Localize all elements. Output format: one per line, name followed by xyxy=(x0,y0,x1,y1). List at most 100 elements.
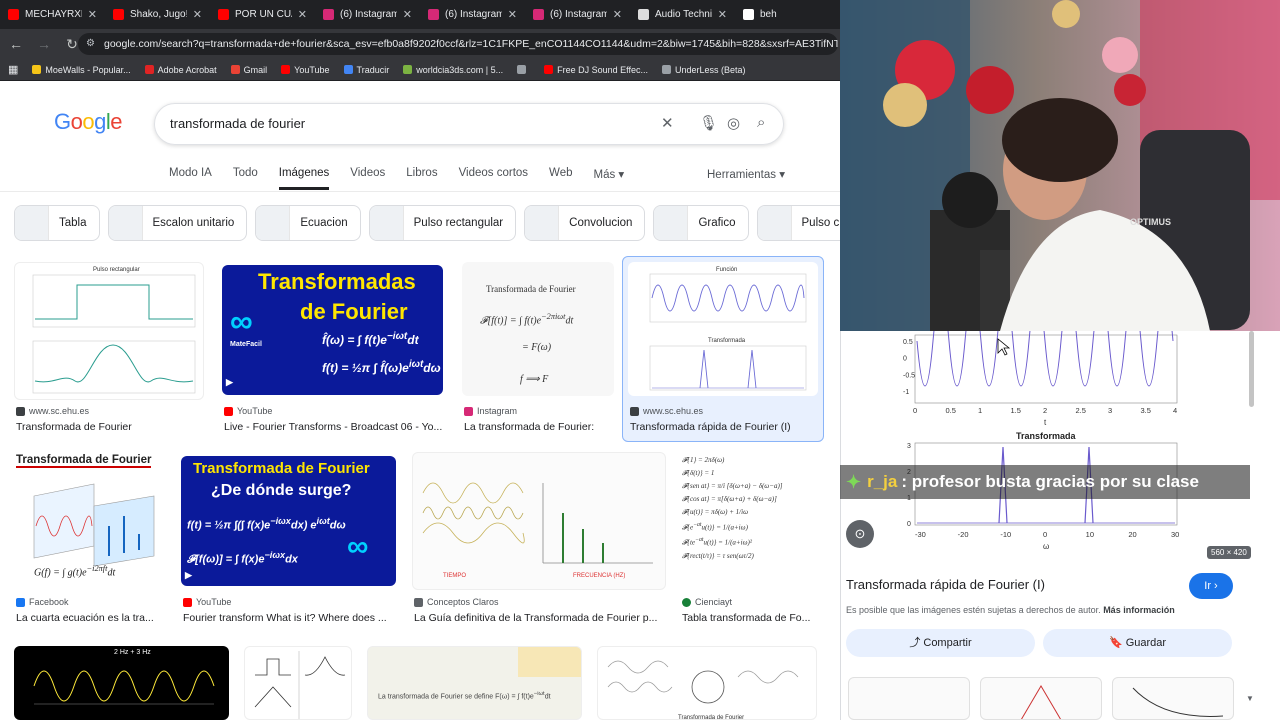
bookmark-favicon-icon xyxy=(517,65,527,74)
result-card[interactable]: TIEMPO FRECUENCIA (HZ) Conceptos Claros … xyxy=(412,452,668,627)
close-tab-icon[interactable]: ✕ xyxy=(193,8,202,21)
bookmark-item[interactable]: Adobe Acrobat xyxy=(144,65,217,75)
search-tab[interactable]: Imágenes xyxy=(278,167,330,190)
filter-chip[interactable]: Convolucion xyxy=(524,205,646,241)
close-tab-icon[interactable]: ✕ xyxy=(403,8,412,21)
result-card[interactable]: Transformada de Fourier xyxy=(597,646,819,720)
search-tab[interactable]: Libros xyxy=(406,167,437,190)
search-tab[interactable]: Más ▾ xyxy=(594,167,625,190)
tick-label: 1.5 xyxy=(1011,406,1021,415)
result-title[interactable]: Live - Fourier Transforms - Broadcast 06… xyxy=(224,421,446,433)
search-tab[interactable]: Web xyxy=(549,167,572,190)
search-tabs: Modo IA Todo Imágenes Videos Libros Videos co… xyxy=(169,167,624,190)
result-source: YouTube xyxy=(224,406,272,416)
result-thumbnail: Transformada de Fourier ¿De dónde surge?… xyxy=(181,456,396,586)
clear-icon[interactable]: ✕ xyxy=(661,114,674,132)
bookmark-item[interactable]: MoeWalls - Popular... xyxy=(32,65,131,75)
url-bar[interactable]: ⚙ google.com/search?q=transformada+de+fo… xyxy=(78,33,838,55)
close-tab-icon[interactable]: ✕ xyxy=(613,8,622,21)
filter-chip[interactable]: Ecuacion xyxy=(255,205,361,241)
visual-search-icon[interactable]: ⊙ xyxy=(846,520,874,548)
thumb-formula: f(t) = ½π ∫(∫ f(x)e−iωxdx) eiωtdω xyxy=(187,516,346,532)
apps-icon[interactable]: ▦ xyxy=(8,63,18,76)
bookmark-item[interactable]: worldcia3ds.com | 5... xyxy=(403,65,503,75)
result-card[interactable]: Transformada de Fourier G(f) = ∫ g(t)e−i… xyxy=(14,452,168,627)
related-image[interactable] xyxy=(848,677,970,720)
result-title[interactable]: Tabla transformada de Fo... xyxy=(682,612,818,624)
search-tab[interactable]: Todo xyxy=(233,167,258,190)
filter-chip[interactable]: Grafico xyxy=(653,205,749,241)
thumb-formula: 𝓕[f(ω)] = ∫ f(x)e−iωxdx xyxy=(187,550,298,566)
search-input[interactable]: transformada de fourier xyxy=(170,116,305,131)
chat-username: r_ja xyxy=(867,472,898,491)
share-button[interactable]: ⤴ Compartir xyxy=(846,629,1035,657)
related-image[interactable] xyxy=(980,677,1102,720)
bookmark-item[interactable]: Gmail xyxy=(230,65,267,75)
close-tab-icon[interactable]: ✕ xyxy=(88,8,97,21)
browser-tab[interactable]: MECHAYRXMEO ✕ xyxy=(0,0,105,29)
result-card[interactable]: Transformadas de Fourier ∞ MateFacil f̂(… xyxy=(222,265,444,435)
bookmark-item[interactable]: Traducir xyxy=(343,64,390,75)
browser-tab[interactable]: Audio Technica A ✕ xyxy=(630,0,735,29)
go-to-site-button[interactable]: Ir › xyxy=(1189,573,1233,599)
preview-image[interactable]: 0 0.5 1 1.5 2 2.5 3 3.5 4 0.5 0 -0.5 -1 t Transform… xyxy=(841,331,1280,561)
result-card-selected[interactable]: Función Transformada www.sc.ehu.es Trans… xyxy=(628,262,820,433)
result-title[interactable]: La Guía definitiva de la Transformada de… xyxy=(414,612,664,624)
close-tab-icon[interactable]: ✕ xyxy=(298,8,307,21)
bookmark-item[interactable] xyxy=(517,65,530,74)
thumb-formula: f(t) = ½π ∫ f̂(ω)eiωtdω xyxy=(322,359,441,375)
close-tab-icon[interactable]: ✕ xyxy=(508,8,517,21)
site-info-icon[interactable]: ⚙ xyxy=(86,33,95,55)
scroll-down-icon[interactable]: ▼ xyxy=(1246,694,1254,703)
fourier-3d-diagram xyxy=(33,483,155,567)
google-logo[interactable]: Google xyxy=(54,109,123,135)
fourier-waves-diagram: Transformada de Fourier xyxy=(607,660,799,719)
result-title[interactable]: La cuarta ecuación es la tra... xyxy=(16,612,164,624)
browser-tab[interactable]: (6) Instagram ✕ xyxy=(315,0,420,29)
save-button[interactable]: 🔖 Guardar xyxy=(1043,629,1232,657)
result-thumbnail: Función Transformada xyxy=(628,262,818,396)
filter-chip[interactable]: Tabla xyxy=(14,205,100,241)
filter-chip[interactable]: Escalon unitario xyxy=(107,205,248,241)
bookmark-label: Traducir xyxy=(356,64,390,75)
search-tab[interactable]: Videos xyxy=(350,167,385,190)
result-card[interactable]: 𝓕{1} = 2πδ(ω) 𝓕{δ(t)} = 1 𝓕{sen at} = π/i … xyxy=(680,452,820,627)
browser-tab[interactable]: (6) Instagram ✕ xyxy=(525,0,630,29)
result-title[interactable]: Transformada rápida de Fourier (I) xyxy=(630,421,820,433)
more-info-link[interactable]: Más información xyxy=(1103,605,1175,615)
filter-chip[interactable]: Pulso cuadrado xyxy=(756,205,840,241)
thumb-text: La transformada de Fourier se define F(ω… xyxy=(378,691,551,701)
forward-icon[interactable]: → xyxy=(36,36,52,52)
result-card[interactable]: Pulso rectangular www.sc.ehu.es Transfor… xyxy=(14,262,206,433)
tick-label: 30 xyxy=(1171,530,1179,539)
result-card[interactable]: La transformada de Fourier se define F(ω… xyxy=(367,646,583,720)
microphone-icon[interactable]: 🎙 xyxy=(699,114,718,132)
lens-icon[interactable]: ◎ xyxy=(727,114,740,132)
tools-menu[interactable]: Herramientas ▾ xyxy=(707,167,785,181)
result-card[interactable] xyxy=(244,646,354,720)
close-tab-icon[interactable]: ✕ xyxy=(718,8,727,21)
bookmark-item[interactable]: Free DJ Sound Effec... xyxy=(544,65,648,75)
tab-label: POR UN CUARTO xyxy=(235,9,292,20)
browser-tab[interactable]: Shako, Jugo! - Me ✕ xyxy=(105,0,210,29)
browser-tab[interactable]: POR UN CUARTO ✕ xyxy=(210,0,315,29)
result-card[interactable]: Transformada de Fourier ¿De dónde surge?… xyxy=(181,456,397,631)
search-icon[interactable]: ⌕ xyxy=(757,114,765,131)
result-card[interactable]: Transformada de Fourier 𝓕[f(t)] = ∫ f(t)… xyxy=(462,262,614,433)
search-box[interactable]: transformada de fourier ✕ 🎙 ◎ ⌕ xyxy=(154,103,784,145)
search-tab[interactable]: Videos cortos xyxy=(459,167,528,190)
back-icon[interactable]: ← xyxy=(8,36,24,52)
result-title[interactable]: Fourier transform What is it? Where does… xyxy=(183,612,393,624)
result-title[interactable]: Transformada de Fourier xyxy=(16,421,206,433)
result-card[interactable]: 2 Hz + 3 Hz xyxy=(14,646,230,720)
browser-tab[interactable]: (6) Instagram ✕ xyxy=(420,0,525,29)
search-tab[interactable]: Modo IA xyxy=(169,167,212,190)
preview-title[interactable]: Transformada rápida de Fourier (I) xyxy=(846,577,1045,592)
bookmark-item[interactable]: YouTube xyxy=(281,65,330,75)
related-image[interactable] xyxy=(1112,677,1234,720)
tick-label: 3 xyxy=(907,443,911,450)
bookmark-item[interactable]: UnderLess (Beta) xyxy=(662,65,746,75)
filter-chip[interactable]: Pulso rectangular xyxy=(368,205,517,241)
browser-tab[interactable]: beh xyxy=(735,0,840,29)
result-title[interactable]: La transformada de Fourier: xyxy=(464,421,610,433)
